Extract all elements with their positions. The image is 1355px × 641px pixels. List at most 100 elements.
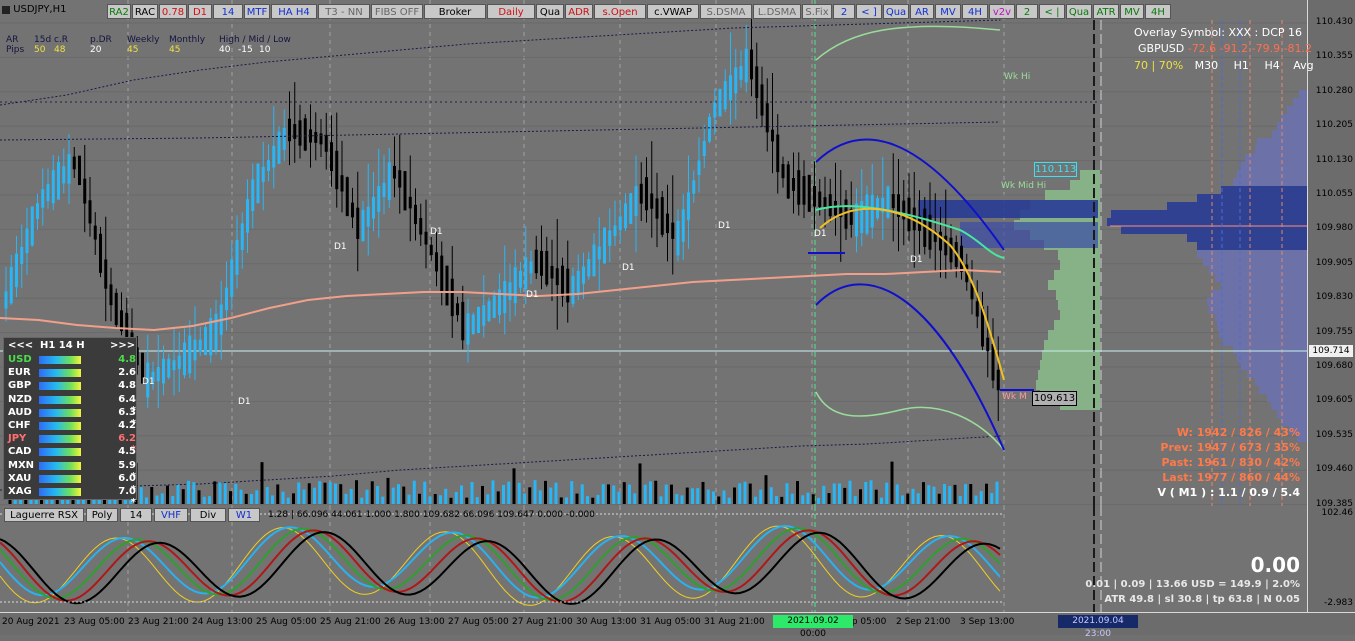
volume-bar: [696, 488, 700, 504]
session-profile-bar: [1044, 340, 1100, 350]
session-profile-bar: [1048, 280, 1100, 290]
sub-btn-poly[interactable]: Poly: [86, 508, 118, 522]
toolbar-button-[interactable]: < ]: [856, 4, 882, 19]
main-chart-area[interactable]: [0, 0, 1307, 506]
volume-bar: [775, 496, 778, 504]
toolbar-button-s-dsma[interactable]: S.DSMA: [700, 4, 752, 19]
candle-body: [786, 164, 790, 199]
price-box-110113[interactable]: 110.113: [1034, 162, 1077, 177]
volume-bar: [412, 480, 416, 504]
toolbar-button-2[interactable]: 2: [833, 4, 855, 19]
toolbar-button-atr[interactable]: ATR: [1093, 4, 1119, 19]
overlay-symbol: GBPUSD: [1138, 42, 1185, 55]
candle-body: [576, 270, 580, 295]
candle-body: [771, 129, 774, 142]
volume-bar: [575, 493, 579, 504]
candle-body: [440, 255, 444, 292]
time-label: 31 Aug 05:00: [640, 617, 701, 627]
volume-bar: [544, 480, 547, 504]
toolbar-button-d1[interactable]: D1: [188, 4, 212, 19]
toolbar-button-s-fix[interactable]: S.Fix: [802, 4, 832, 19]
chart-menu-icon[interactable]: [2, 5, 10, 14]
sub-btn-vhf[interactable]: VHF: [154, 508, 188, 522]
toolbar-button-qua[interactable]: Qua: [536, 4, 564, 19]
strength-bar: [39, 461, 81, 470]
volume-profile-bar: [1217, 322, 1307, 330]
toolbar-button-qua[interactable]: Qua: [1066, 4, 1092, 19]
candle-body: [256, 163, 260, 204]
toolbar-button-qua[interactable]: Qua: [883, 4, 909, 19]
candle-body: [540, 250, 543, 276]
volume-bar: [271, 495, 274, 504]
toolbar-button-adr[interactable]: ADR: [565, 4, 593, 19]
currency-value: 4.5: [118, 446, 136, 458]
toolbar-button-4h[interactable]: 4H: [962, 4, 988, 19]
candle-body: [855, 203, 858, 237]
volume-profile-bar: [1281, 418, 1307, 426]
candle-body: [776, 134, 780, 173]
toolbar-button-daily[interactable]: Daily: [487, 4, 535, 19]
volume-bar: [439, 495, 442, 504]
toolbar-button-s-open[interactable]: s.Open: [594, 4, 646, 19]
strength-bar: [39, 422, 81, 430]
volume-bar: [927, 485, 931, 504]
sub-btn-div[interactable]: Div: [190, 508, 226, 522]
volume-bar: [202, 496, 206, 504]
volume-bar: [260, 462, 264, 504]
volume-bar: [958, 496, 962, 504]
ar-header-15d: 15d: [34, 35, 52, 45]
volume-bar: [838, 483, 841, 504]
toolbar-button-rac[interactable]: RAC: [132, 4, 158, 19]
volume-profile-bar: [1247, 370, 1307, 378]
volume-bar: [596, 494, 600, 504]
candle-body: [566, 268, 570, 303]
toolbar-button-mv[interactable]: MV: [935, 4, 961, 19]
toolbar-button-l-dsma[interactable]: L.DSMA: [753, 4, 801, 19]
volume-bar: [554, 482, 558, 504]
panel-next-button[interactable]: >>>: [110, 340, 135, 351]
toolbar-button-t3-nn[interactable]: T3 - NN: [318, 4, 370, 19]
candle-body: [114, 292, 118, 325]
candle-body: [713, 102, 717, 118]
toolbar-button-c-vwap[interactable]: c.VWAP: [647, 4, 699, 19]
price-axis[interactable]: 110.430 110.355 110.280 110.205 110.130 110.0…: [1307, 0, 1355, 612]
toolbar-button-14[interactable]: 14: [213, 4, 243, 19]
price-label: 110.430: [1315, 17, 1353, 27]
d1-marker: D1: [910, 255, 923, 265]
toolbar-button-mv[interactable]: MV: [1120, 4, 1144, 19]
overlay-tf-h1: H1: [1233, 59, 1249, 72]
toolbar-button-mtf[interactable]: MTF: [244, 4, 270, 19]
volume-profile-bar: [1237, 170, 1307, 178]
candle-body: [629, 193, 633, 224]
toolbar-button-[interactable]: < |: [1039, 4, 1065, 19]
toolbar-button-fibs-off[interactable]: FIBS OFF: [371, 4, 423, 19]
toolbar-button-0-78[interactable]: 0.78: [159, 4, 187, 19]
currency-row: USD 4.8: [8, 354, 136, 367]
sub-btn-w1[interactable]: W1: [228, 508, 260, 522]
volume-bar: [533, 480, 537, 504]
candle-body: [755, 66, 759, 99]
candle-body: [351, 202, 354, 218]
toolbar-button-ra2[interactable]: RA2: [107, 4, 131, 19]
toolbar-button-broker[interactable]: Broker: [424, 4, 486, 19]
volume-bar: [313, 487, 316, 504]
ar-header-weekly: Weekly: [127, 35, 160, 45]
price-box-109613[interactable]: 109.613: [1032, 391, 1077, 406]
volume-bar: [985, 483, 988, 504]
candle-body: [183, 342, 186, 376]
sub-btn-laguerre[interactable]: Laguerre RSX: [4, 508, 84, 522]
candle-body: [345, 177, 349, 217]
volume-bar: [880, 497, 883, 504]
toolbar-button-4h[interactable]: 4H: [1145, 4, 1171, 19]
candle-body: [340, 175, 344, 192]
toolbar-button-ha-h4[interactable]: HA H4: [271, 4, 317, 19]
candle-body: [62, 166, 66, 184]
sub-btn-period[interactable]: 14: [120, 508, 152, 522]
volume-bar: [727, 497, 731, 504]
toolbar-button-v2v[interactable]: v2v: [989, 4, 1015, 19]
candle-body: [828, 194, 832, 217]
toolbar-button-ar[interactable]: AR: [910, 4, 934, 19]
time-axis[interactable]: 20 Aug 2021 23 Aug 05:00 23 Aug 21:00 24 Au…: [0, 612, 1355, 635]
toolbar-button-2[interactable]: 2: [1016, 4, 1038, 19]
panel-prev-button[interactable]: <<<: [8, 340, 33, 351]
